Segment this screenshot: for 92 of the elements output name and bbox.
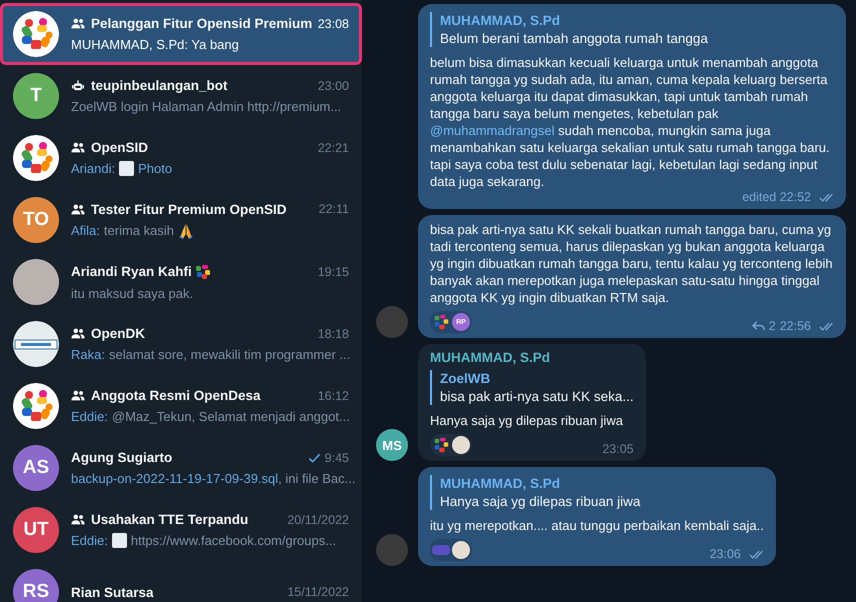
sender-name: Eddie:: [71, 409, 108, 424]
reply-arrow-icon: [752, 321, 765, 331]
message-time: edited 22:52: [742, 190, 811, 204]
reply-author: ZoelWB: [440, 371, 492, 386]
chat-list-item[interactable]: UT Usahakan TTE Terpandu 20/11/2022 Eddie: https://www.facebook.com/groups...: [0, 499, 362, 561]
initials-avatar: T: [13, 73, 59, 119]
chat-list-item[interactable]: OpenSID 22:21 Ariandi: Photo: [0, 127, 362, 189]
thumbnail-placeholder: [112, 533, 127, 548]
message-text: itu yg merepotkan.... atau tunggu perbaikan kembali saja..: [430, 517, 764, 534]
reply-author: MUHAMMAD, S.Pd: [440, 476, 561, 491]
chat-name: Tester Fitur Premium OpenSID: [91, 202, 287, 216]
attachment-label: Photo: [138, 161, 172, 176]
chat-time: 16:12: [318, 388, 349, 402]
message-preview: selamat sore, mewakili tim programmer ...: [108, 347, 350, 362]
group-icon: [71, 18, 85, 29]
reactions-pill[interactable]: [430, 539, 472, 561]
reply-quote[interactable]: ZoelWB bisa pak arti-nya satu KK seka...: [430, 370, 634, 405]
reply-quote[interactable]: MUHAMMAD, S.Pd Hanya saja yg dilepas ribuan jiwa: [430, 475, 764, 510]
banner-reaction-avatar: [432, 545, 450, 555]
initials-avatar: RS: [13, 569, 59, 602]
thumbnail-placeholder: [119, 161, 134, 176]
message-text: belum bisa dimasukkan kecuali keluarga untuk menambah anggota rumah tangga yg sudah ada, itu aman, cuma kepala keluarg berserta anggota keluarga itu dapat dimasukkan, tapi untuk tambah rumah tangga baru saya belum mengetes, kebetulan pak @muhammadrangsel sudah mencoba, mungkin sama juga menambahkan satu keluarga sekalian untuk satu rumah tangga baru. tapi saya coba test dulu sebenatar lagi, kebetulan lagi sedang input data juga sekarang.: [430, 54, 831, 190]
chat-list-item[interactable]: T teupinbeulangan_bot 23:00 ZoelWB login Halaman Admin http://premium...: [0, 65, 362, 127]
chat-time: 19:15: [318, 264, 349, 278]
message-preview: @Maz_Tekun, Selamat menjadi anggot...: [112, 409, 350, 424]
message-time: 23:06: [710, 547, 741, 561]
reactions-pill[interactable]: [430, 434, 472, 456]
chat-time: 23:08: [318, 16, 349, 30]
emblem-avatar: [13, 321, 59, 367]
reply-text: Belum berani tambah anggota rumah tangga: [440, 31, 709, 46]
chat-name: OpenSID: [91, 140, 148, 155]
message-time: 23:05: [602, 442, 634, 456]
chat-list-item[interactable]: Pelanggan Fitur Opensid Premium 23:08 MUHAMMAD, S.Pd: Ya bang: [0, 3, 362, 65]
message-preview: ZoelWB login Halaman Admin http://premium...: [71, 99, 342, 114]
group-icon: [71, 390, 85, 401]
photo-reaction-avatar: [452, 541, 470, 559]
photo-reaction-avatar: [452, 436, 470, 454]
initials-avatar: TO: [13, 197, 59, 243]
chat-time: 23:00: [318, 78, 349, 92]
sender-name: Eddie:: [71, 533, 108, 548]
message-preview: terima kasih: [104, 223, 174, 238]
chat-name: teupinbeulangan_bot: [91, 78, 228, 93]
initials-avatar: AS: [13, 445, 59, 491]
reply-author: MUHAMMAD, S.Pd: [440, 13, 561, 28]
logo-avatar: [13, 135, 59, 181]
chat-time: 22:11: [318, 202, 349, 216]
photo-avatar: [13, 259, 59, 305]
logo-avatar: [13, 383, 59, 429]
chat-list-item[interactable]: RS Rian Sutarsa 15/11/2022: [0, 561, 362, 602]
message-preview: MUHAMMAD, S.Pd: Ya bang: [71, 37, 239, 52]
chat-time: 15/11/2022: [287, 585, 349, 599]
bot-icon: [71, 80, 85, 91]
group-icon: [71, 514, 85, 525]
chat-time: 20/11/2022: [287, 512, 349, 526]
group-icon: [71, 328, 85, 339]
reply-text: Hanya saja yg dilepas ribuan jiwa: [440, 494, 642, 509]
mention-link[interactable]: @muhammadrangsel: [430, 123, 554, 138]
chat-list-item[interactable]: AS Agung Sugiarto 9:45 backup-on-2022-11-19-17-09-39.sql, ini file Bac...: [0, 437, 362, 499]
chat-name: OpenDK: [91, 326, 145, 341]
chat-time: 18:18: [318, 326, 349, 340]
chat-list-item[interactable]: Ariandi Ryan Kahfi 19:15 itu maksud saya pak.: [0, 251, 362, 313]
chat-time: 9:45: [324, 450, 349, 464]
chat-time: 22:21: [318, 140, 349, 154]
message-time: 22:56: [780, 319, 811, 333]
message-preview: , ini file Bac...: [278, 471, 356, 486]
message-text: Hanya saja yg dilepas ribuan jiwa: [430, 412, 624, 429]
initials-avatar: UT: [13, 507, 59, 553]
reply-quote[interactable]: MUHAMMAD, S.Pd Belum berani tambah anggota rumah tangga: [430, 12, 834, 47]
sender-name: Afila:: [71, 223, 100, 238]
message-preview: itu maksud saya pak.: [71, 286, 194, 300]
logo-avatar: [13, 11, 59, 57]
chat-name: Agung Sugiarto: [71, 450, 172, 465]
attachment-label: backup-on-2022-11-19-17-09-39.sql: [71, 471, 278, 486]
logo-reaction-avatar: [432, 436, 450, 454]
author-name[interactable]: MUHAMMAD, S.Pd: [430, 350, 634, 365]
group-icon: [71, 204, 85, 214]
chat-name: Anggota Resmi OpenDesa: [91, 388, 261, 403]
sender-name: Raka:: [71, 347, 105, 362]
chat-list-item[interactable]: TO Tester Fitur Premium OpenSID 22:11 Afila: terima kasih: [0, 189, 362, 251]
message-preview: https://www.facebook.com/groups...: [130, 533, 336, 548]
praying-hands-icon: [178, 222, 193, 238]
chat-list-item[interactable]: OpenDK 18:18 Raka: selamat sore, mewakili tim programmer ...: [0, 313, 362, 375]
logo-reaction-avatar: [432, 313, 450, 331]
chat-list-item[interactable]: Anggota Resmi OpenDesa 16:12 Eddie: @Maz_Tekun, Selamat menjadi anggot...: [0, 375, 362, 437]
chat-name: Pelanggan Fitur Opensid Premium: [91, 16, 312, 31]
reply-text: bisa pak arti-nya satu KK seka...: [440, 389, 634, 404]
group-icon: [71, 142, 85, 153]
chat-name: Usahakan TTE Terpandu: [91, 512, 248, 527]
sender-name: Ariandi:: [71, 161, 116, 176]
chat-name: Ariandi Ryan Kahfi: [71, 264, 192, 279]
chat-name: Rian Sutarsa: [71, 584, 154, 600]
message-text: bisa pak arti-nya satu KK sekali buatkan rumah tangga baru, cuma yg tadi terconteng semua, harus dilepaskan yg bukan anggota keluarga yg ingin dibuatkan rumah tangga baru, tentu kalau yg terconteng lebih banyak akan merepotkan juga melepaskan satu-satu hingga tinggal anggota KK yg ingin dibuatkan RTM saja.: [430, 221, 834, 306]
